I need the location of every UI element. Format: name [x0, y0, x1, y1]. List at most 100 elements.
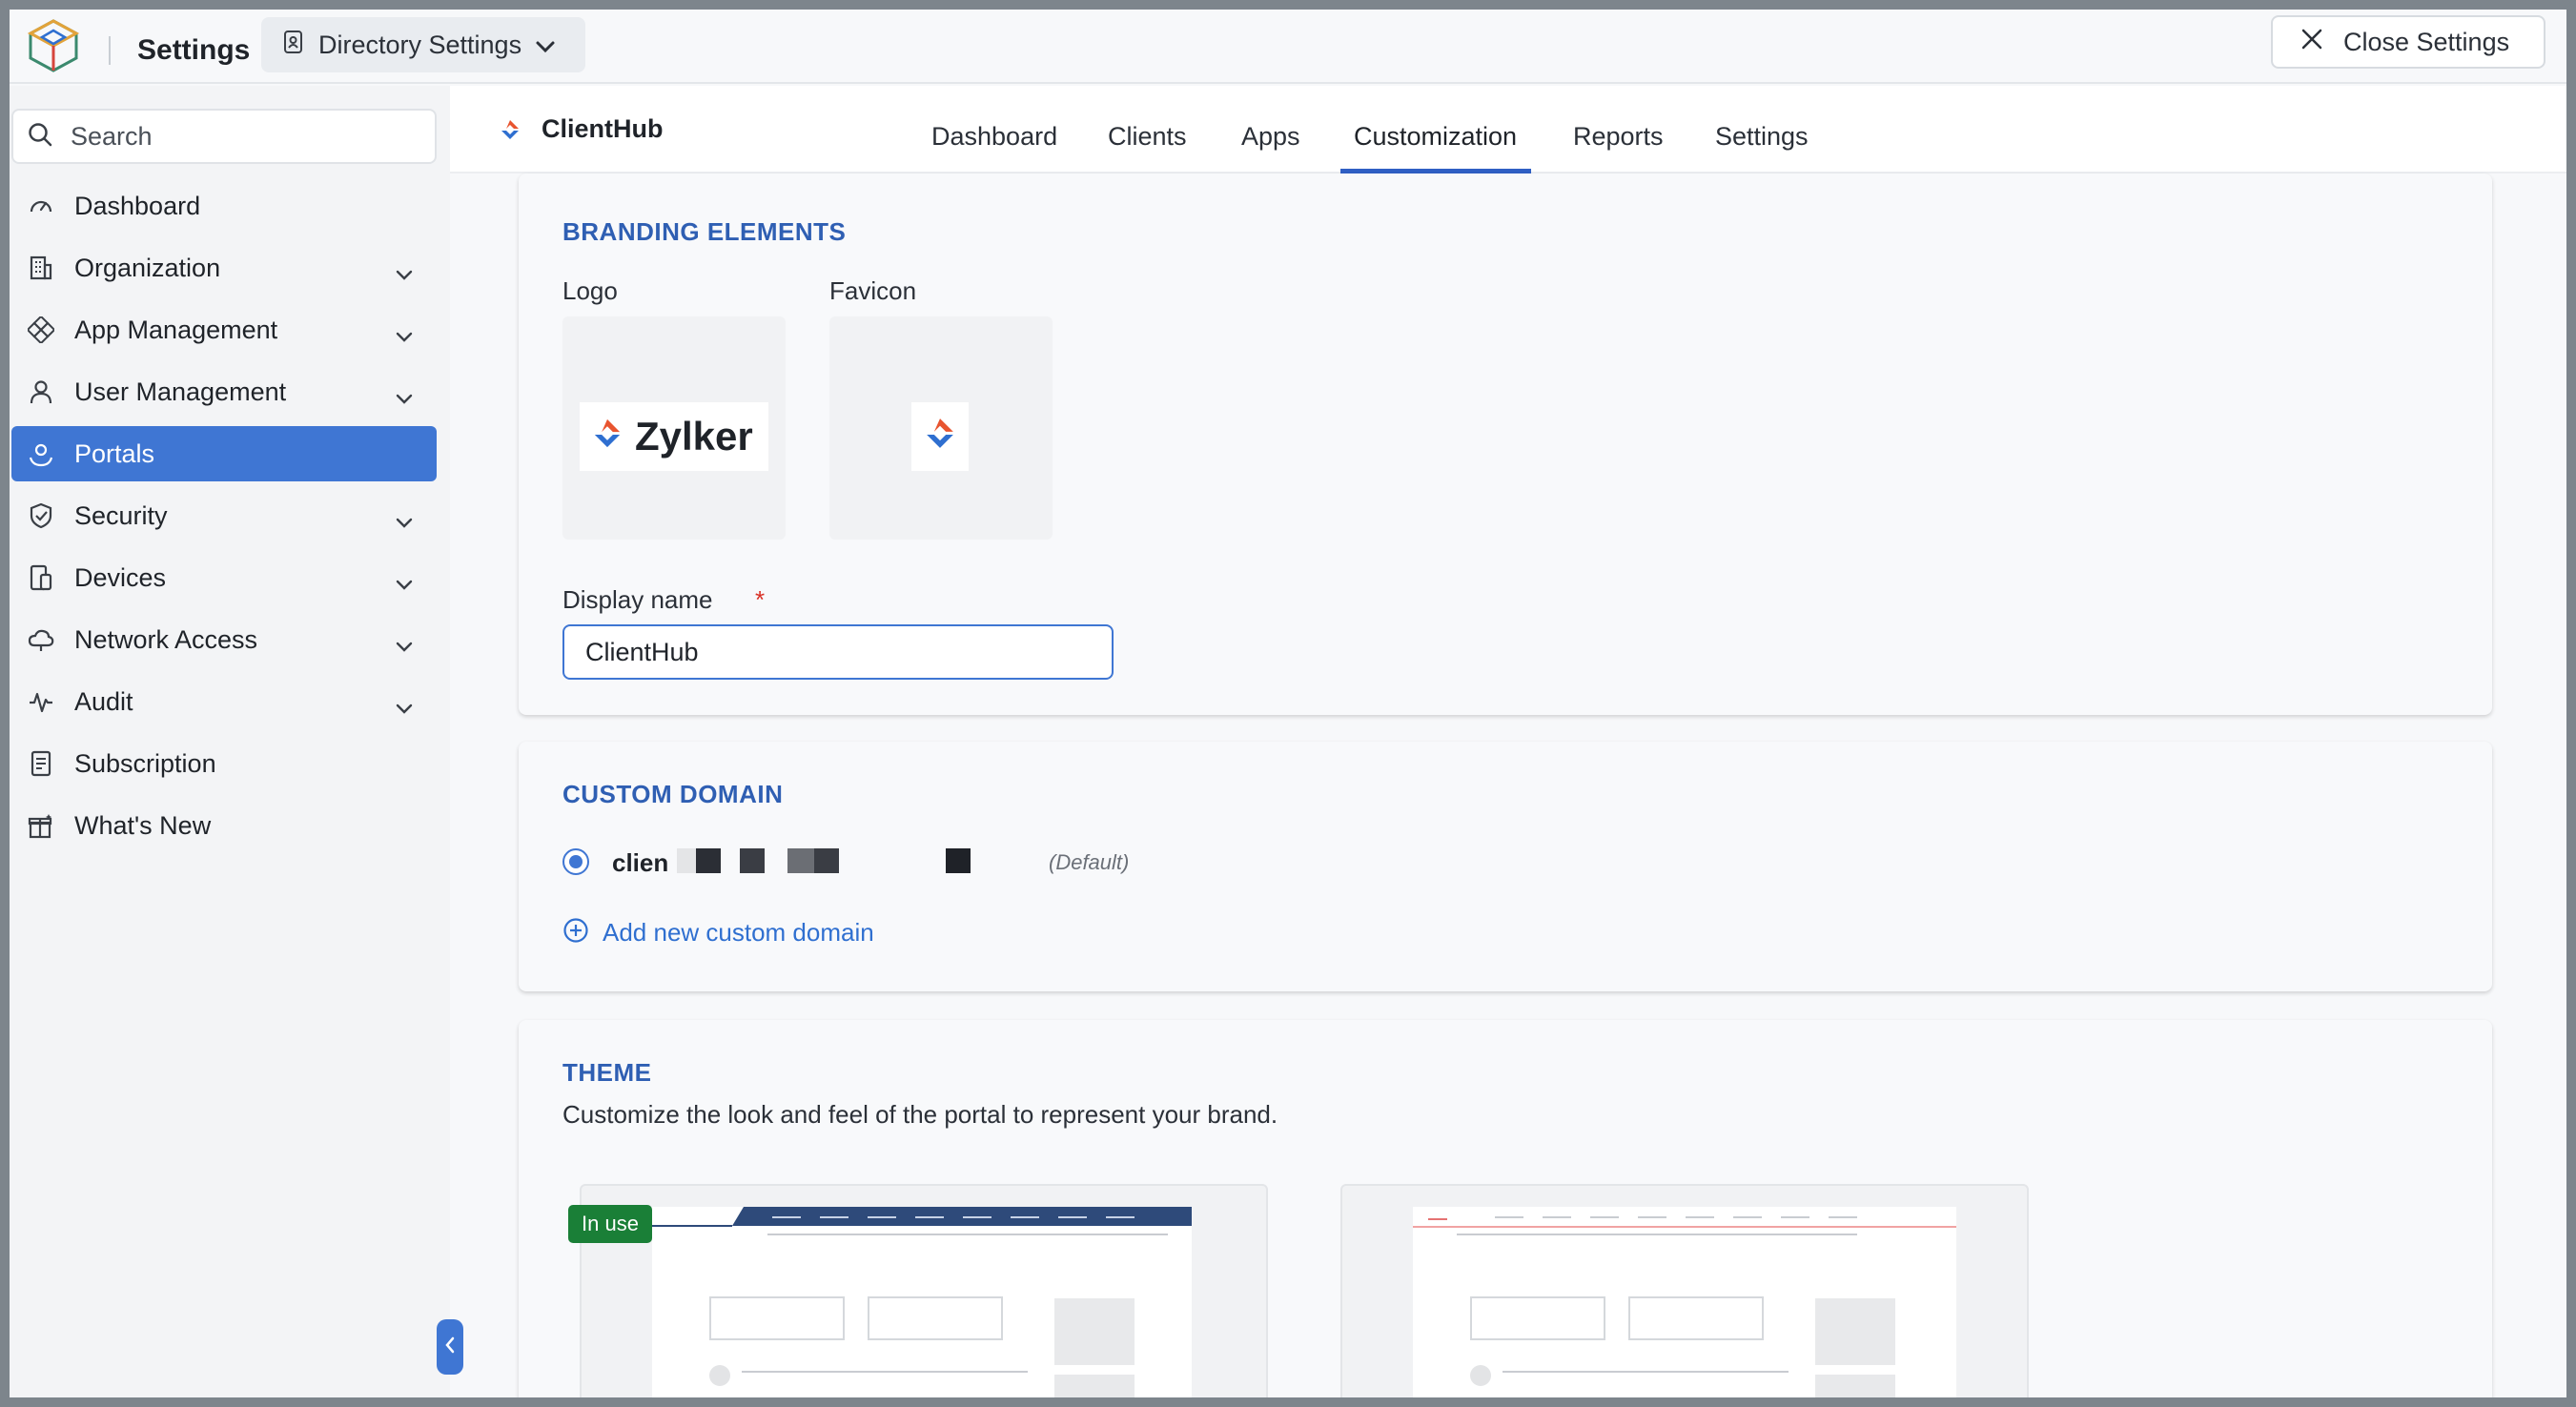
sidebar-item-dashboard[interactable]: Dashboard [11, 178, 437, 234]
preview-accent-line [1413, 1226, 1956, 1228]
chevron-down-icon [395, 321, 414, 351]
sidebar-item-organization[interactable]: Organization [11, 240, 437, 296]
chevron-down-icon [535, 31, 556, 60]
nav-line [915, 1216, 944, 1218]
tab-dashboard[interactable]: Dashboard [931, 122, 1057, 152]
top-bar: Settings Directory Settings Close Settin… [10, 10, 2566, 84]
tab-settings[interactable]: Settings [1715, 122, 1809, 152]
section-title: THEME [562, 1058, 652, 1087]
domain-name: clien [612, 848, 669, 877]
sidebar-item-label: Audit [74, 686, 133, 716]
tab-customization[interactable]: Customization [1354, 122, 1517, 152]
sidebar-item-whats-new[interactable]: What's New [11, 798, 437, 853]
logo-upload-area[interactable]: Zylker [562, 316, 786, 540]
sidebar-item-label: App Management [74, 315, 278, 344]
sidebar-item-label: Network Access [74, 624, 258, 654]
redacted-block [946, 848, 971, 873]
nav-line [1638, 1216, 1666, 1218]
portal-user-icon [27, 439, 55, 468]
nav-line [868, 1216, 896, 1218]
gauge-icon [27, 192, 55, 220]
nav-line [772, 1216, 801, 1218]
theme-option-1[interactable] [580, 1184, 1268, 1397]
search-box[interactable] [11, 109, 437, 164]
sidebar-item-network-access[interactable]: Network Access [11, 612, 437, 667]
nav-line [820, 1216, 848, 1218]
directory-dropdown-label: Directory Settings [318, 30, 522, 59]
sidebar-item-label: Dashboard [74, 191, 201, 220]
logo-preview: Zylker [580, 402, 768, 471]
search-input[interactable] [71, 121, 414, 152]
chevron-left-icon [443, 1336, 457, 1359]
in-use-badge: In use [568, 1205, 652, 1243]
sidebar-item-label: Portals [74, 438, 155, 468]
sidebar-item-app-management[interactable]: App Management [11, 302, 437, 357]
branding-elements-card: BRANDING ELEMENTS Logo Favicon Zylker Di… [519, 173, 2492, 715]
favicon-upload-area[interactable] [829, 316, 1053, 540]
sidebar: Dashboard Organization App Management Us… [10, 86, 463, 1397]
sidebar-item-devices[interactable]: Devices [11, 550, 437, 605]
pulse-icon [27, 687, 55, 716]
chevron-down-icon [395, 383, 414, 413]
close-settings-label: Close Settings [2343, 27, 2510, 56]
nav-line [1686, 1216, 1714, 1218]
settings-window: Settings Directory Settings Close Settin… [10, 10, 2566, 1397]
chevron-down-icon [395, 569, 414, 599]
apps-icon [27, 316, 55, 344]
nav-line [1106, 1216, 1135, 1218]
theme-option-2[interactable] [1340, 1184, 2029, 1397]
sidebar-item-audit[interactable]: Audit [11, 674, 437, 729]
theme-description: Customize the look and feel of the porta… [562, 1100, 1278, 1129]
building-icon [27, 254, 55, 282]
sidebar-item-subscription[interactable]: Subscription [11, 736, 437, 791]
preview-card [868, 1296, 1003, 1340]
sidebar-item-portals[interactable]: Portals [11, 426, 437, 481]
logo-label: Logo [562, 276, 618, 305]
preview-logo-line [1428, 1218, 1447, 1220]
portal-header: ClientHub Dashboard Clients Apps Customi… [450, 86, 2566, 173]
tab-reports[interactable]: Reports [1573, 122, 1664, 152]
nav-line [1011, 1216, 1039, 1218]
preview-avatar [1470, 1365, 1491, 1386]
nav-line [1058, 1216, 1087, 1218]
section-title: CUSTOM DOMAIN [562, 780, 784, 808]
nav-line [1781, 1216, 1809, 1218]
page-title: Settings [137, 34, 251, 66]
preview-card [1628, 1296, 1764, 1340]
section-title: BRANDING ELEMENTS [562, 217, 847, 246]
preview-block [1054, 1375, 1135, 1397]
search-icon [27, 121, 53, 153]
chevron-down-icon [395, 259, 414, 289]
zylker-logo-icon [589, 417, 625, 458]
sidebar-item-label: Organization [74, 253, 221, 282]
sidebar-item-security[interactable]: Security [11, 488, 437, 543]
preview-card [709, 1296, 845, 1340]
sidebar-item-user-management[interactable]: User Management [11, 364, 437, 419]
devices-icon [27, 563, 55, 592]
receipt-icon [27, 749, 55, 778]
directory-icon [282, 30, 305, 61]
nav-line [1829, 1216, 1857, 1218]
close-settings-button[interactable]: Close Settings [2271, 15, 2545, 69]
tab-clients[interactable]: Clients [1108, 122, 1187, 152]
preview-block [1054, 1298, 1135, 1365]
collapse-sidebar-button[interactable] [437, 1319, 463, 1375]
redacted-block [787, 848, 814, 873]
add-custom-domain-link[interactable]: Add new custom domain [562, 917, 874, 948]
domain-radio[interactable] [562, 848, 589, 875]
subnav-line [767, 1234, 1168, 1235]
app-logo-icon [27, 17, 80, 74]
favicon-preview [911, 402, 969, 471]
display-name-input[interactable] [562, 624, 1114, 680]
preview-card [1470, 1296, 1605, 1340]
tab-apps[interactable]: Apps [1241, 122, 1300, 152]
default-tag: (Default) [1049, 850, 1130, 874]
theme-card: THEME Customize the look and feel of the… [519, 1020, 2492, 1397]
gift-icon [27, 811, 55, 840]
nav-line [1590, 1216, 1619, 1218]
directory-settings-dropdown[interactable]: Directory Settings [261, 17, 585, 72]
sidebar-item-label: User Management [74, 377, 287, 406]
chevron-down-icon [395, 507, 414, 537]
radio-selected-dot [569, 855, 583, 868]
sidebar-item-label: Security [74, 500, 168, 530]
